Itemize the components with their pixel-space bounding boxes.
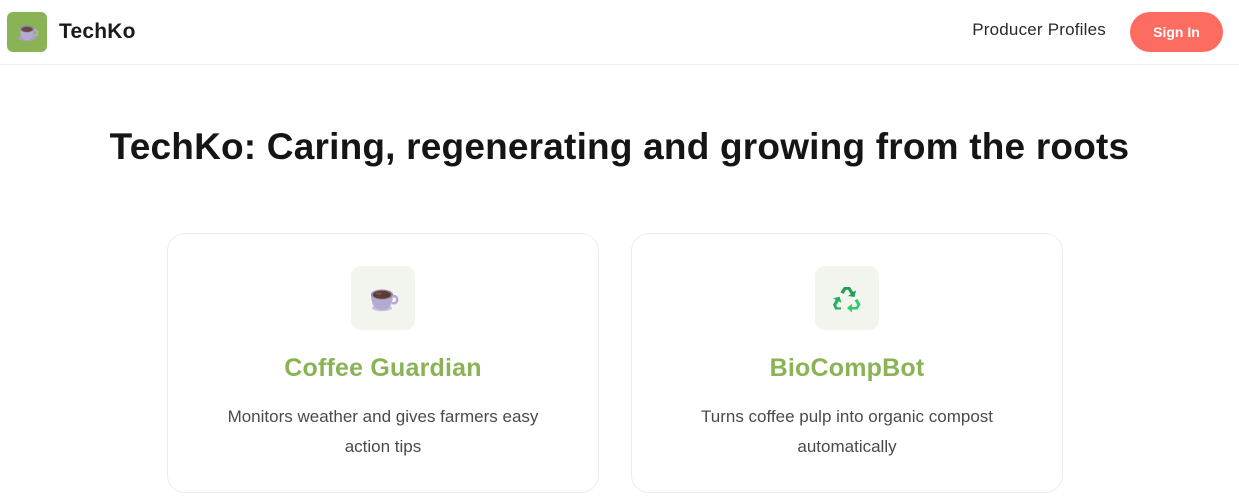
feature-card-biocompbot[interactable]: BioCompBot Turns coffee pulp into organi… (631, 233, 1063, 493)
brand-name: TechKo (59, 20, 136, 43)
nav-producer-profiles-link[interactable]: Producer Profiles (972, 20, 1106, 40)
coffee-cup-icon (7, 12, 47, 52)
sign-in-button[interactable]: Sign In (1130, 12, 1223, 52)
card-description: Turns coffee pulp into organic compost a… (701, 407, 993, 456)
feature-card-coffee-guardian[interactable]: Coffee Guardian Monitors weather and giv… (167, 233, 599, 493)
card-description: Monitors weather and gives farmers easy … (227, 407, 539, 456)
coffee-cup-icon (351, 266, 415, 330)
page-title: TechKo: Caring, regenerating and growing… (109, 126, 1130, 167)
recycle-icon (815, 266, 879, 330)
top-navigation-bar: TechKo Producer Profiles Sign In (0, 0, 1239, 65)
brand[interactable]: TechKo (7, 12, 136, 52)
card-title: Coffee Guardian (284, 354, 482, 382)
card-title: BioCompBot (769, 354, 925, 382)
